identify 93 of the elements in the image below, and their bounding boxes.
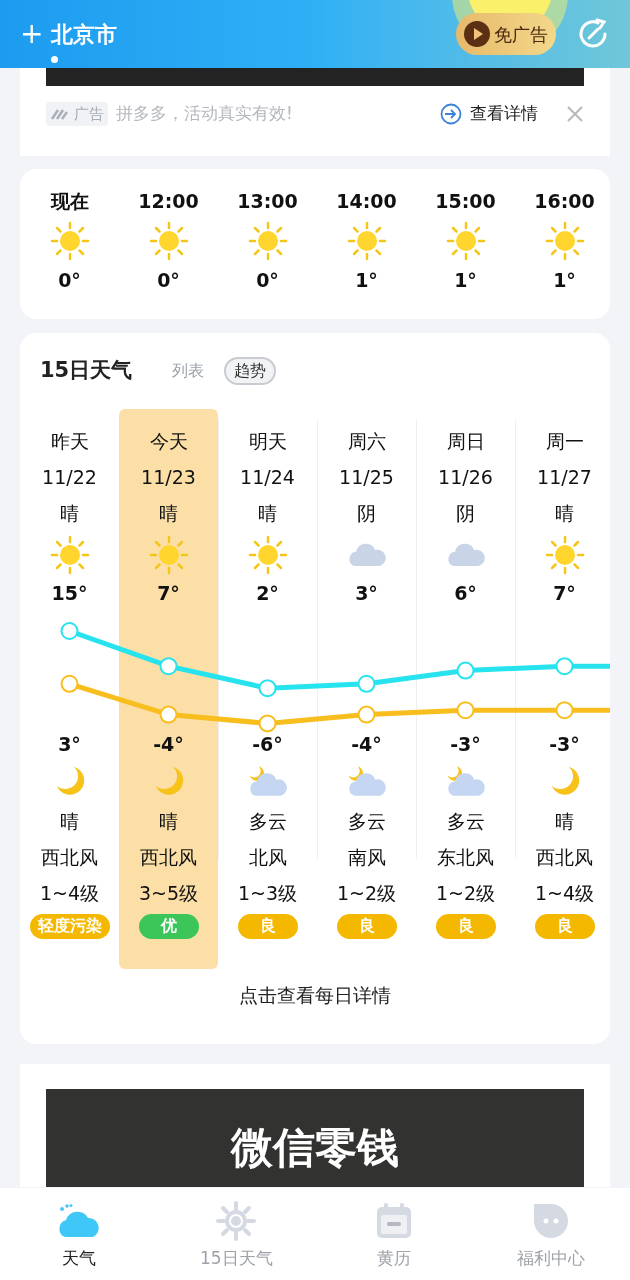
hour-temp: 0° bbox=[157, 267, 180, 293]
weather-label: 阴 bbox=[456, 500, 475, 526]
weather-label: 阴 bbox=[357, 500, 376, 526]
air-quality-badge: 良 bbox=[435, 913, 496, 939]
hour-label: 13:00 bbox=[237, 189, 298, 214]
ad-text: 拼多多，活动真实有效! bbox=[116, 102, 293, 126]
hour-temp: 1° bbox=[553, 267, 576, 293]
hour-label: 16:00 bbox=[534, 189, 595, 214]
weather-label: 晴 bbox=[159, 500, 178, 526]
date-label: 11/25 bbox=[339, 464, 394, 490]
wind-direction: 北风 bbox=[248, 844, 287, 870]
weather-label: 晴 bbox=[258, 500, 277, 526]
wind-level: 1~4级 bbox=[39, 880, 100, 906]
day-label: 明天 bbox=[248, 428, 287, 454]
chat-bubble-icon bbox=[532, 1202, 571, 1240]
wind-direction: 西北风 bbox=[536, 844, 593, 870]
high-temp: 7° bbox=[553, 580, 576, 606]
sun-fifteen-icon bbox=[215, 1200, 258, 1242]
air-quality-badge: 良 bbox=[534, 913, 595, 939]
section-title: 15日天气 bbox=[40, 357, 133, 385]
hour-temp: 1° bbox=[454, 267, 477, 293]
low-temp: -3° bbox=[450, 731, 481, 757]
weather-label: 晴 bbox=[159, 808, 178, 834]
weather-label: 多云 bbox=[347, 808, 386, 834]
high-temp: 3° bbox=[355, 580, 378, 606]
sun-icon bbox=[346, 220, 387, 261]
air-quality-badge: 良 bbox=[336, 913, 397, 939]
sun-icon bbox=[49, 535, 90, 575]
air-quality-badge: 轻度污染 bbox=[29, 913, 110, 939]
low-temp: -4° bbox=[351, 731, 382, 757]
weather-label: 多云 bbox=[248, 808, 287, 834]
weather-label: 晴 bbox=[60, 808, 79, 834]
sun-icon bbox=[49, 220, 90, 261]
hour-label: 15:00 bbox=[435, 189, 496, 214]
high-temp: 6° bbox=[454, 580, 477, 606]
wind-level: 1~4级 bbox=[534, 880, 595, 906]
date-label: 11/26 bbox=[438, 464, 493, 490]
wind-level: 3~5级 bbox=[138, 880, 199, 906]
hour-temp: 1° bbox=[355, 267, 378, 293]
city-name: 北京市 bbox=[51, 20, 118, 49]
day-label: 周一 bbox=[545, 428, 584, 454]
low-temp: 3° bbox=[58, 731, 81, 757]
ad-banner[interactable]: 微信零钱 bbox=[46, 1089, 584, 1187]
close-icon[interactable] bbox=[566, 105, 584, 123]
wind-direction: 西北风 bbox=[41, 844, 98, 870]
sun-icon bbox=[544, 535, 585, 575]
no-ads-button[interactable]: 免广告 bbox=[456, 13, 556, 55]
calendar-icon bbox=[374, 1202, 413, 1240]
sun-icon bbox=[148, 220, 189, 261]
wind-level: 1~2级 bbox=[336, 880, 397, 906]
nav-tab[interactable]: 天气 bbox=[0, 1188, 158, 1280]
date-label: 11/22 bbox=[42, 464, 97, 490]
sun-icon bbox=[148, 535, 189, 575]
view-tab[interactable]: 趋势 bbox=[224, 357, 277, 385]
low-temp: -4° bbox=[153, 731, 184, 757]
weather-label: 多云 bbox=[446, 808, 485, 834]
hour-label: 现在 bbox=[50, 189, 89, 214]
wind-direction: 南风 bbox=[347, 844, 386, 870]
day-label: 今天 bbox=[149, 428, 188, 454]
stripes-icon bbox=[50, 107, 70, 121]
ad-tag: 广告 bbox=[46, 102, 108, 126]
wind-direction: 西北风 bbox=[140, 844, 197, 870]
low-temp: -6° bbox=[252, 731, 283, 757]
weather-label: 晴 bbox=[555, 808, 574, 834]
details-link[interactable]: 查看详情 bbox=[470, 101, 538, 127]
sun-icon bbox=[544, 220, 585, 261]
page-indicator bbox=[51, 56, 58, 63]
sun-icon bbox=[247, 535, 288, 575]
hour-temp: 0° bbox=[256, 267, 279, 293]
weather-label: 晴 bbox=[555, 500, 574, 526]
hour-label: 12:00 bbox=[138, 189, 199, 214]
high-temp: 7° bbox=[157, 580, 180, 606]
daily-details-link[interactable]: 点击查看每日详情 bbox=[239, 981, 391, 1010]
wind-level: 1~2级 bbox=[435, 880, 496, 906]
date-label: 11/24 bbox=[240, 464, 295, 490]
wind-level: 1~3级 bbox=[237, 880, 298, 906]
wind-direction: 东北风 bbox=[437, 844, 494, 870]
hour-temp: 0° bbox=[58, 267, 81, 293]
day-label: 周六 bbox=[347, 428, 386, 454]
low-temp: -3° bbox=[549, 731, 580, 757]
weather-label: 晴 bbox=[60, 500, 79, 526]
date-label: 11/23 bbox=[141, 464, 196, 490]
high-temp: 2° bbox=[256, 580, 279, 606]
air-quality-badge: 良 bbox=[237, 913, 298, 939]
arrow-right-icon bbox=[440, 103, 462, 125]
hour-label: 14:00 bbox=[336, 189, 397, 214]
day-label: 周日 bbox=[446, 428, 485, 454]
day-label: 昨天 bbox=[50, 428, 89, 454]
play-icon bbox=[464, 21, 490, 47]
high-temp: 15° bbox=[51, 580, 88, 606]
sun-icon bbox=[445, 220, 486, 261]
date-label: 11/27 bbox=[537, 464, 592, 490]
sun-icon bbox=[247, 220, 288, 261]
